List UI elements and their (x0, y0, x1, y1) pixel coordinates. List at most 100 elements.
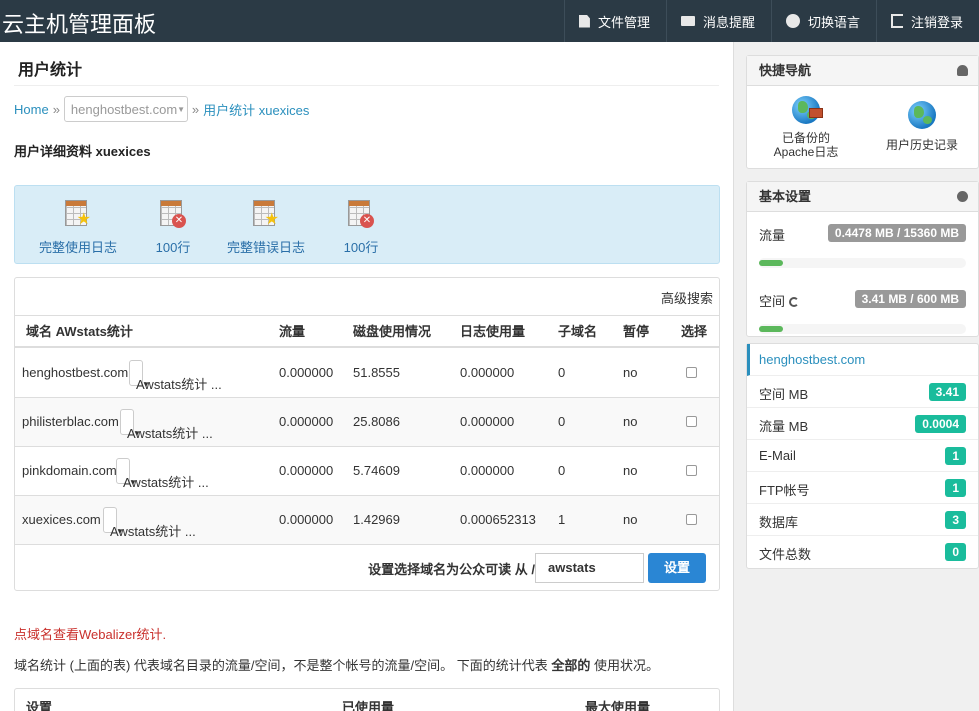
awstats-select[interactable]: Awstats统计 ... ▼ (103, 507, 196, 539)
globe-icon (908, 101, 936, 129)
link-label: 用户历史记录 (885, 138, 958, 152)
subdomain-count: 0 (558, 414, 566, 429)
usage-table: 设置 已使用量 最大使用量 (14, 688, 720, 711)
brick-icon (809, 108, 823, 118)
table-header: 域名 AWstats统计 流量 磁盘使用情况 日志使用量 子域名 暂停 选择 (15, 315, 719, 348)
log-star-icon: ★ (65, 200, 91, 228)
count-badge: 1 (945, 447, 966, 465)
link-label: Apache日志 (773, 145, 839, 159)
col-used: 已使用量 (342, 700, 395, 711)
link-label: 完整使用日志 (38, 240, 117, 255)
col-log: 日志使用量 (460, 324, 526, 339)
error-log-100-link[interactable]: ✕ 100行 (311, 200, 411, 256)
domain-link[interactable]: philisterblac.com (22, 398, 119, 446)
suspend-status: no (623, 414, 638, 429)
domain-link[interactable]: pinkdomain.com (22, 447, 117, 495)
count-badge: 0 (945, 543, 966, 561)
apache-log-backup-link[interactable]: 已备份的 Apache日志 (751, 96, 861, 159)
full-error-log-link[interactable]: ★ 完整错误日志 (216, 200, 316, 256)
nav-label: 文件管理 (597, 14, 650, 30)
full-usage-log-link[interactable]: ★ 完整使用日志 (28, 200, 128, 256)
usage-log-100-link[interactable]: ✕ 100行 (123, 200, 223, 256)
item-label: 流量 MB (759, 419, 809, 434)
col-max: 最大使用量 (585, 700, 651, 711)
log-value: 0.000000 (460, 365, 515, 380)
main-content: 用户统计 Home » henghostbest.com ▼ » 用户统计 xu… (0, 42, 733, 711)
table-row: pinkdomain.com Awstats统计 ... ▼ 0.000000 5… (15, 447, 719, 496)
row-checkbox[interactable] (686, 367, 697, 378)
globe-icon (785, 14, 800, 28)
panel-header: 快捷导航 (747, 56, 978, 86)
stat-label: 流量 (759, 228, 786, 243)
advanced-search-link[interactable]: 高级搜索 (661, 288, 713, 307)
log-value: 0.000000 (460, 414, 515, 429)
user-history-link[interactable]: 用户历史记录 (867, 101, 977, 152)
detail-title: 用户详细资料 xuexices (14, 144, 151, 159)
nav-logout[interactable]: 注销登录 (875, 0, 979, 42)
item-label: 文件总数 (759, 547, 812, 562)
public-path-input[interactable]: awstats (535, 553, 644, 583)
log-value: 0.000652313 (460, 512, 536, 527)
row-checkbox[interactable] (686, 514, 697, 525)
set-button[interactable]: 设置 (648, 553, 706, 583)
awstats-select[interactable]: Awstats统计 ... ▼ (120, 409, 213, 441)
stat-value: 0.4478 MB / 15360 MB (827, 224, 966, 242)
domain-link[interactable]: xuexices.com (22, 496, 101, 544)
breadcrumb-domain-select[interactable]: henghostbest.com ▼ (63, 96, 188, 122)
breadcrumb-home-link[interactable]: Home (14, 102, 49, 117)
col-domain: 域名 AWstats统计 (26, 324, 133, 339)
disk-value: 1.42969 (353, 512, 400, 527)
quick-nav-panel: 快捷导航 已备份的 Apache日志 用户历史记录 (746, 55, 979, 169)
domain-link[interactable]: henghostbest.com (22, 349, 128, 397)
account-summary-list: henghostbest.com 空间 MB 3.41 流量 MB 0.0004… (746, 343, 979, 569)
select-value: henghostbest.com (70, 101, 178, 117)
traffic-value: 0.000000 (279, 365, 334, 380)
chevron-down-icon: ▼ (177, 104, 186, 114)
breadcrumb-separator: » (52, 101, 60, 117)
item-label: FTP帐号 (759, 483, 810, 498)
nav-language[interactable]: 切换语言 (770, 0, 876, 42)
list-item: 数据库 3 (747, 504, 978, 536)
col-suspend: 暂停 (623, 324, 650, 339)
page-title: 用户统计 (18, 62, 83, 79)
table-row: philisterblac.com Awstats统计 ... ▼ 0.00000… (15, 398, 719, 447)
table-row: xuexices.com Awstats统计 ... ▼ 0.000000 1.4… (15, 496, 719, 545)
panel-header: 基本设置 (747, 182, 978, 212)
list-item: FTP帐号 1 (747, 472, 978, 504)
sign-out-icon (890, 14, 903, 28)
list-item: 空间 MB 3.41 (747, 376, 978, 408)
count-badge: 0.0004 (915, 415, 966, 433)
traffic-value: 0.000000 (279, 463, 334, 478)
col-setting: 设置 (26, 700, 53, 711)
row-checkbox[interactable] (686, 465, 697, 476)
list-item-domain[interactable]: henghostbest.com (747, 344, 978, 376)
stat-value: 3.41 MB / 600 MB (854, 290, 966, 308)
awstats-select[interactable]: Awstats统计 ... ▼ (129, 360, 222, 392)
subdomain-count: 0 (558, 463, 566, 478)
file-icon (578, 14, 590, 28)
panel-title: 快捷导航 (759, 63, 812, 78)
item-label: 空间 MB (759, 387, 809, 402)
log-value: 0.000000 (460, 463, 515, 478)
progress-fill (759, 326, 783, 332)
row-checkbox[interactable] (686, 416, 697, 427)
list-item: 流量 MB 0.0004 (747, 408, 978, 440)
nav-messages[interactable]: 消息提醒 (665, 0, 771, 42)
divider (14, 85, 719, 86)
space-progress-bar (759, 324, 966, 334)
item-label: E-Mail (759, 448, 796, 463)
public-read-label: 设置选择域名为公众可读 从 / (368, 562, 535, 577)
col-traffic: 流量 (279, 324, 306, 339)
breadcrumb-current-link[interactable]: 用户统计 xuexices (203, 100, 309, 119)
top-bar: 云主机管理面板 文件管理 消息提醒 切换语言 注销登录 (0, 0, 979, 42)
brand-title: 云主机管理面板 (2, 12, 157, 37)
traffic-progress-bar (759, 258, 966, 268)
refresh-icon[interactable] (789, 297, 800, 307)
nav-file-manager[interactable]: 文件管理 (563, 0, 666, 42)
subdomain-count: 1 (558, 512, 566, 527)
awstats-select[interactable]: Awstats统计 ... ▼ (116, 458, 209, 490)
table-row: henghostbest.com Awstats统计 ... ▼ 0.000000… (15, 349, 719, 398)
col-subdomain: 子域名 (558, 324, 598, 339)
note-emphasis: 全部的 (551, 658, 591, 673)
suspend-status: no (623, 463, 638, 478)
